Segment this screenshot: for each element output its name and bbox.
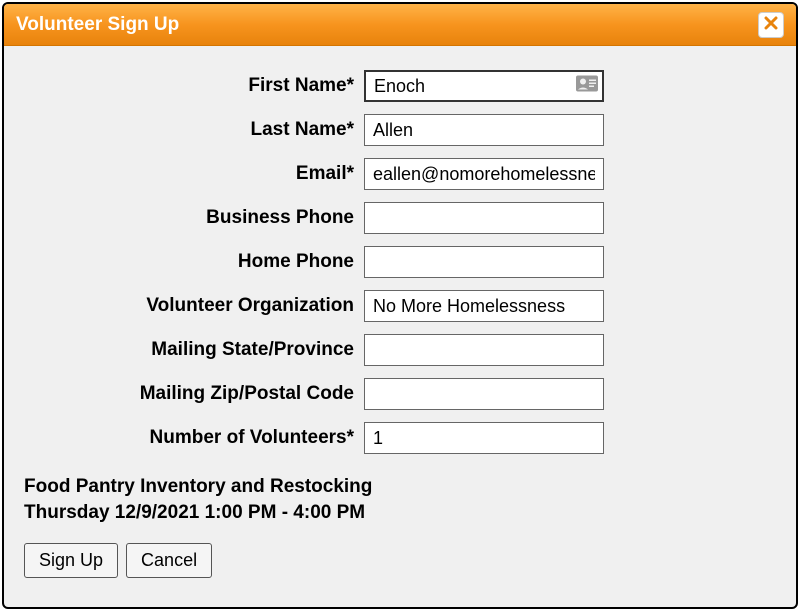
form-row-home-phone: Home Phone (24, 246, 776, 278)
mailing-zip-label: Mailing Zip/Postal Code (24, 383, 364, 405)
home-phone-label: Home Phone (24, 251, 364, 273)
num-volunteers-input[interactable] (364, 422, 604, 454)
mailing-zip-input[interactable] (364, 378, 604, 410)
mailing-state-label: Mailing State/Province (24, 339, 364, 361)
form-row-num-volunteers: Number of Volunteers* (24, 422, 776, 454)
volunteer-signup-dialog: Volunteer Sign Up First Name* Last Name*… (2, 2, 798, 609)
home-phone-input[interactable] (364, 246, 604, 278)
first-name-input[interactable] (364, 70, 604, 102)
event-info: Food Pantry Inventory and Restocking Thu… (24, 474, 776, 525)
email-input[interactable] (364, 158, 604, 190)
email-label: Email* (24, 163, 364, 185)
num-volunteers-label: Number of Volunteers* (24, 427, 364, 449)
close-button[interactable] (758, 12, 784, 38)
volunteer-org-label: Volunteer Organization (24, 295, 364, 317)
form-row-last-name: Last Name* (24, 114, 776, 146)
signup-button[interactable]: Sign Up (24, 543, 118, 578)
form-row-mailing-zip: Mailing Zip/Postal Code (24, 378, 776, 410)
form-row-mailing-state: Mailing State/Province (24, 334, 776, 366)
dialog-title: Volunteer Sign Up (16, 14, 179, 36)
form-row-first-name: First Name* (24, 70, 776, 102)
form-row-volunteer-org: Volunteer Organization (24, 290, 776, 322)
form-row-email: Email* (24, 158, 776, 190)
last-name-label: Last Name* (24, 119, 364, 141)
dialog-header: Volunteer Sign Up (4, 4, 796, 46)
volunteer-org-input[interactable] (364, 290, 604, 322)
form-row-business-phone: Business Phone (24, 202, 776, 234)
mailing-state-input[interactable] (364, 334, 604, 366)
business-phone-label: Business Phone (24, 207, 364, 229)
event-datetime: Thursday 12/9/2021 1:00 PM - 4:00 PM (24, 500, 776, 526)
business-phone-input[interactable] (364, 202, 604, 234)
close-icon (764, 14, 778, 35)
dialog-body: First Name* Last Name* Email* Business P… (4, 46, 796, 598)
last-name-input[interactable] (364, 114, 604, 146)
cancel-button[interactable]: Cancel (126, 543, 212, 578)
first-name-label: First Name* (24, 75, 364, 97)
event-title: Food Pantry Inventory and Restocking (24, 474, 776, 500)
button-row: Sign Up Cancel (24, 543, 776, 578)
